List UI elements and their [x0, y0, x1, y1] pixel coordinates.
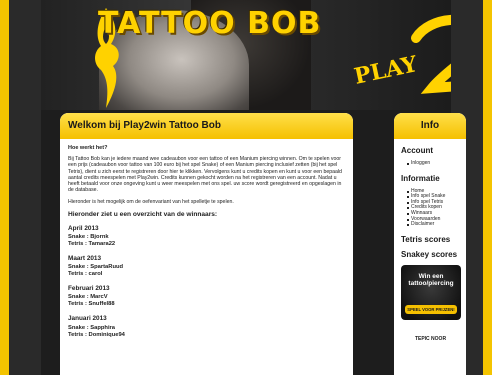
left-gutter — [9, 0, 41, 375]
sidebar-footer-text: TEPIC NOOR — [414, 335, 447, 342]
information-heading: Informatie — [401, 173, 440, 183]
tetris-winner: Tetris : Dominique94 — [68, 331, 125, 338]
sidebar-title: Info — [394, 113, 466, 139]
tetris-winner: Tetris : carol — [68, 271, 103, 278]
month-label: Februari 2013 — [68, 285, 110, 293]
account-menu: Inloggen — [407, 160, 460, 167]
promo-banner[interactable]: Win een tattoo/piercing SPEEL VOOR PRIJZ… — [401, 264, 461, 320]
menu-item-login[interactable]: Inloggen — [407, 160, 460, 167]
sidebar-body: Account Inloggen Informatie Home Info sp… — [394, 139, 466, 342]
snake-winner: Snake : Bjornk — [68, 234, 109, 241]
snake-winner: Snake : MarcV — [68, 294, 108, 301]
main-content-panel: Welkom bij Play2win Tattoo Bob Hoe werkt… — [60, 113, 353, 375]
tetris-scores-link[interactable]: Tetris scores — [401, 235, 460, 244]
menu-item-disclaimer[interactable]: Disclaimer — [407, 222, 460, 228]
snake-winner: Snake : Sapphira — [68, 324, 116, 331]
winners-month: Januari 2013 Snake : Sapphira Tetris : D… — [68, 316, 345, 338]
promo-text: Win een tattoo/piercing — [408, 272, 454, 288]
information-menu: Home Info spel Snake Info spel Tetris Cr… — [407, 188, 460, 228]
winners-month: April 2013 Snake : Bjornk Tetris : Tamar… — [68, 224, 345, 248]
account-heading: Account — [401, 146, 433, 155]
main-panel-body: Hoe werkt het? Bij Tattoo Bob kan je ied… — [60, 139, 353, 353]
month-label: Maart 2013 — [68, 255, 102, 263]
tetris-winner: Tetris : Snuffel88 — [68, 301, 115, 308]
main-panel-title: Welkom bij Play2win Tattoo Bob — [60, 113, 353, 139]
play2win-logo[interactable]: PLAY WIN — [346, 10, 451, 110]
snake-winner: Snake : SpartaRuud — [68, 264, 124, 271]
practice-paragraph: Hieronder is het mogelijk om de oefenvar… — [68, 199, 234, 206]
month-label: April 2013 — [68, 224, 99, 232]
info-sidebar: Info Account Inloggen Informatie Home In… — [394, 113, 466, 375]
winners-month: Februari 2013 Snake : MarcV Tetris : Snu… — [68, 285, 345, 308]
tetris-winner: Tetris : Tamara22 — [68, 241, 116, 248]
intro-paragraph: Bij Tattoo Bob kan je iedere maand wee c… — [68, 156, 342, 194]
site-logo-text[interactable]: TATTOO BOB — [98, 6, 321, 41]
month-label: Januari 2013 — [68, 315, 107, 323]
snakey-scores-link[interactable]: Snakey scores — [401, 250, 460, 259]
svg-text:PLAY: PLAY — [352, 51, 420, 90]
play-for-prizes-button[interactable]: SPEEL VOOR PRIJZEN! — [405, 304, 457, 314]
left-frame-border — [0, 0, 9, 375]
how-it-works-heading: Hoe werkt het? — [68, 145, 108, 151]
site-header: TATTOO BOB PLAY WIN — [41, 0, 451, 110]
winners-month: Maart 2013 Snake : SpartaRuud Tetris : c… — [68, 255, 345, 278]
right-frame-border — [483, 0, 492, 375]
winners-heading: Hieronder ziet u een overzicht van de wi… — [68, 210, 218, 218]
